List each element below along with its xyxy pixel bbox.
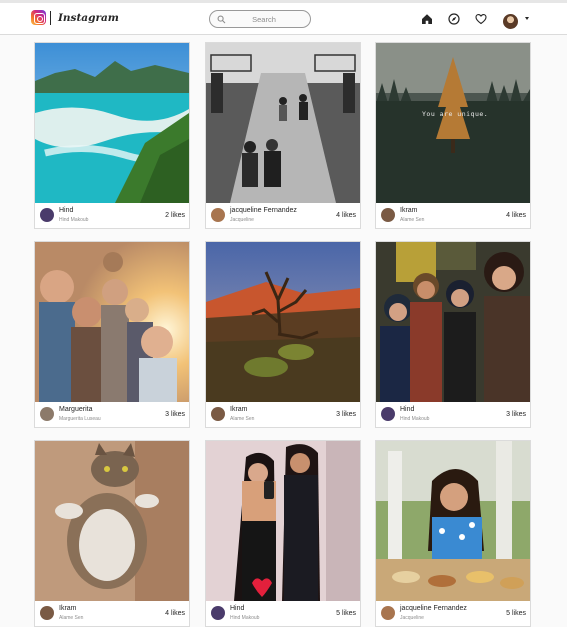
post-author-name[interactable]: jacqueline Fernandez (400, 605, 467, 612)
post-card[interactable]: Hind Hind Makoub 2 likes (34, 42, 190, 229)
overlay-text: You are unique. (422, 110, 489, 118)
post-card[interactable]: jacqueline Fernandez Jacqueline 5 likes (375, 440, 531, 627)
post-footer: Ikram Alame Sen 4 likes (376, 203, 530, 228)
post-author-name[interactable]: Hind (59, 207, 73, 214)
post-footer: Hind Hind Makoub 2 likes (35, 203, 189, 228)
profile-avatar[interactable] (503, 14, 518, 29)
user-avatar[interactable] (211, 407, 225, 421)
post-likes: 3 likes (336, 411, 356, 418)
post-card[interactable]: Ikram Alame Sen 4 likes (34, 440, 190, 627)
post-image[interactable] (376, 242, 530, 402)
user-avatar[interactable] (211, 606, 225, 620)
post-author-name[interactable]: Ikram (400, 207, 418, 214)
post-author-username: Hind Makoub (59, 217, 89, 223)
user-avatar[interactable] (381, 208, 395, 222)
post-footer: Ikram Alame Sen 4 likes (35, 601, 189, 626)
post-footer: jacqueline Fernandez Jacqueline 4 likes (206, 203, 360, 228)
post-image[interactable]: You are unique. (376, 43, 530, 203)
post-author-username: Hind Makoub (230, 615, 260, 621)
home-icon[interactable] (421, 13, 433, 25)
post-image[interactable] (35, 43, 189, 203)
post-image[interactable] (206, 441, 360, 601)
post-author-username: Marguerita Luseau (59, 416, 101, 422)
post-card[interactable]: Marguerita Marguerita Luseau 3 likes (34, 241, 190, 428)
top-navbar: Instagram (0, 3, 567, 35)
post-author-name[interactable]: Hind (400, 406, 414, 413)
post-likes: 4 likes (165, 610, 185, 617)
post-card[interactable]: Hind Hind Makoub 5 likes (205, 440, 361, 627)
post-footer: jacqueline Fernandez Jacqueline 5 likes (376, 601, 530, 626)
post-likes: 5 likes (506, 610, 526, 617)
post-author-name[interactable]: Marguerita (59, 406, 92, 413)
post-likes: 3 likes (506, 411, 526, 418)
post-author-username: Jacqueline (400, 615, 424, 621)
heart-icon[interactable] (475, 13, 487, 25)
post-image[interactable] (206, 43, 360, 203)
post-image[interactable] (206, 242, 360, 402)
post-card[interactable]: Ikram Alame Sen 3 likes (205, 241, 361, 428)
post-likes: 4 likes (336, 212, 356, 219)
post-author-username: Alame Sen (230, 416, 255, 422)
post-author-name[interactable]: Ikram (230, 406, 248, 413)
post-author-username: Alame Sen (400, 217, 425, 223)
post-author-username: Jacqueline (230, 217, 254, 223)
user-avatar[interactable] (40, 606, 54, 620)
post-footer: Hind Hind Makoub 3 likes (376, 402, 530, 427)
post-card[interactable]: You are unique. Ikram Alame Sen 4 likes (375, 42, 531, 229)
post-author-name[interactable]: jacqueline Fernandez (230, 207, 297, 214)
user-avatar[interactable] (211, 208, 225, 222)
brand-wordmark[interactable]: Instagram (58, 12, 119, 24)
user-avatar[interactable] (381, 407, 395, 421)
post-image[interactable] (376, 441, 530, 601)
logo-divider (50, 11, 51, 25)
post-footer: Marguerita Marguerita Luseau 3 likes (35, 402, 189, 427)
post-likes: 2 likes (165, 212, 185, 219)
user-avatar[interactable] (40, 208, 54, 222)
post-author-username: Hind Makoub (400, 416, 430, 422)
user-avatar[interactable] (40, 407, 54, 421)
post-author-name[interactable]: Ikram (59, 605, 77, 612)
instagram-logo-icon[interactable] (31, 10, 46, 25)
post-likes: 5 likes (336, 610, 356, 617)
post-card[interactable]: jacqueline Fernandez Jacqueline 4 likes (205, 42, 361, 229)
search-box[interactable] (209, 10, 311, 28)
post-image[interactable] (35, 242, 189, 402)
post-likes: 4 likes (506, 212, 526, 219)
post-footer: Hind Hind Makoub 5 likes (206, 601, 360, 626)
search-icon (217, 15, 226, 24)
user-avatar[interactable] (381, 606, 395, 620)
explore-icon[interactable] (448, 13, 460, 25)
post-author-username: Alame Sen (59, 615, 84, 621)
post-author-name[interactable]: Hind (230, 605, 244, 612)
post-card[interactable]: Hind Hind Makoub 3 likes (375, 241, 531, 428)
chevron-down-icon[interactable] (525, 17, 529, 20)
post-image[interactable] (35, 441, 189, 601)
post-footer: Ikram Alame Sen 3 likes (206, 402, 360, 427)
post-likes: 3 likes (165, 411, 185, 418)
